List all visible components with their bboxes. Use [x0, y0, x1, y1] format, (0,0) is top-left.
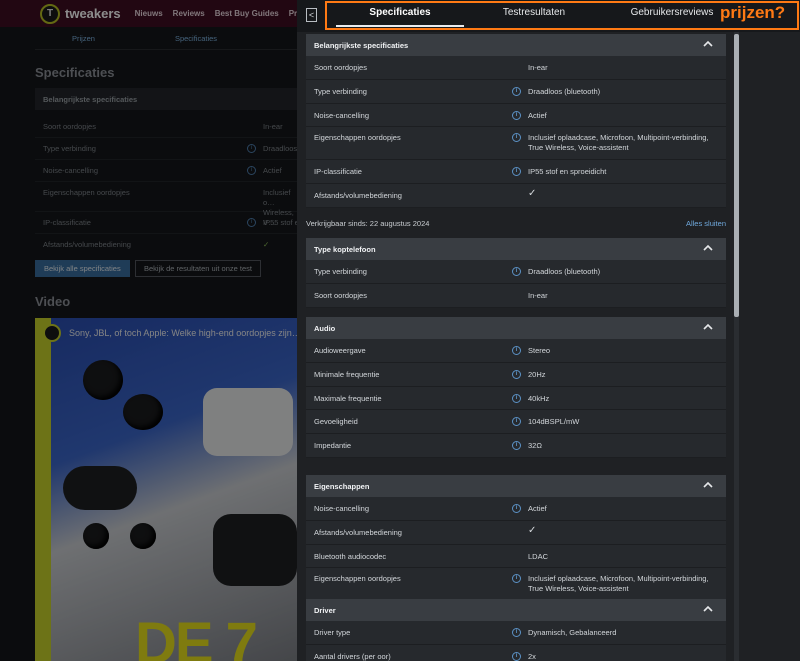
spec-label: Type verbinding — [314, 87, 367, 96]
spec-row: Gevoeligheid i 104dBSPL/mW — [306, 410, 726, 434]
section-title: Eigenschappen — [314, 481, 370, 491]
info-icon[interactable]: i — [512, 133, 521, 142]
spec-label: Afstands/volumebediening — [314, 528, 402, 537]
spec-label: Audioweergave — [314, 346, 366, 355]
spec-row: Driver type i Dynamisch, Gebalanceerd — [306, 621, 726, 645]
spec-row: Eigenschappen oordopjes i Inclusief oplaad… — [306, 568, 726, 601]
spec-row: Aantal drivers (per oor) i 2x — [306, 645, 726, 661]
spec-label: Eigenschappen oordopjes — [314, 574, 401, 583]
available-since: Verkrijgbaar sinds: 22 augustus 2024 — [306, 219, 430, 228]
section-header[interactable]: Audio — [306, 317, 726, 339]
spec-value: 40kHz — [528, 394, 550, 403]
panel-back-button[interactable]: < — [306, 8, 317, 22]
info-icon[interactable]: i — [512, 370, 521, 379]
section-title: Type koptelefoon — [314, 244, 376, 254]
spec-row: Afstands/volumebediening ✓ — [306, 184, 726, 208]
info-icon[interactable]: i — [512, 628, 521, 637]
info-icon[interactable]: i — [512, 441, 521, 450]
spec-value: Actief — [528, 504, 547, 513]
spec-row: Soort oordopjes In-ear — [306, 56, 726, 80]
spec-row: Noise-cancelling i Actief — [306, 104, 726, 127]
annotation-text: prijzen? — [720, 3, 786, 22]
spec-row: Type verbinding i Draadloos (bluetooth) — [306, 260, 726, 284]
info-icon[interactable]: i — [512, 417, 521, 426]
scrollbar-thumb[interactable] — [734, 34, 739, 317]
spec-row: Soort oordopjes In-ear — [306, 284, 726, 308]
spec-row: Type verbinding i Draadloos (bluetooth) — [306, 80, 726, 104]
spec-row: Bluetooth audiocodec LDAC — [306, 545, 726, 568]
info-icon[interactable]: i — [512, 394, 521, 403]
spec-value: IP55 stof en sproeidicht — [528, 167, 607, 176]
spec-value: Stereo — [528, 346, 551, 355]
spec-label: Afstands/volumebediening — [314, 191, 402, 200]
section-header[interactable]: Eigenschappen — [306, 475, 726, 497]
info-icon[interactable]: i — [512, 346, 521, 355]
info-icon[interactable]: i — [512, 167, 521, 176]
spec-row: Audioweergave i Stereo — [306, 339, 726, 363]
spec-panel: < Specificaties Testresultaten Gebruiker… — [297, 0, 800, 661]
info-icon[interactable]: i — [512, 504, 521, 513]
spec-label: Driver type — [314, 628, 351, 637]
spec-value: 104dBSPL/mW — [528, 417, 580, 426]
spec-value: 32Ω — [528, 441, 542, 450]
spec-label: Type verbinding — [314, 267, 367, 276]
spec-value: LDAC — [528, 552, 549, 561]
info-icon[interactable]: i — [512, 111, 521, 120]
chevron-up-icon[interactable] — [702, 603, 714, 615]
spec-label: Bluetooth audiocodec — [314, 552, 387, 561]
info-icon[interactable]: i — [512, 652, 521, 661]
spec-value: Inclusief oplaadcase, Microfoon, Multipo… — [528, 133, 709, 152]
spec-label: Aantal drivers (per oor) — [314, 652, 391, 661]
section-header[interactable]: Type koptelefoon — [306, 238, 726, 260]
info-icon[interactable]: i — [512, 267, 521, 276]
spec-row: Noise-cancelling i Actief — [306, 497, 726, 521]
spec-label: Gevoeligheid — [314, 417, 358, 426]
info-icon[interactable]: i — [512, 87, 521, 96]
spec-row: Impedantie i 32Ω — [306, 434, 726, 458]
chevron-up-icon[interactable] — [702, 38, 714, 50]
spec-row: Eigenschappen oordopjes i Inclusief oplaad… — [306, 127, 726, 160]
spec-value: Dynamisch, Gebalanceerd — [528, 628, 617, 637]
check-icon: ✓ — [528, 525, 537, 536]
chevron-up-icon[interactable] — [702, 479, 714, 491]
chevron-up-icon[interactable] — [702, 321, 714, 333]
spec-label: Soort oordopjes — [314, 291, 367, 300]
spec-label: Impedantie — [314, 441, 352, 450]
spec-value: Draadloos (bluetooth) — [528, 267, 601, 276]
spec-row: IP-classificatie i IP55 stof en sproeidich… — [306, 160, 726, 184]
spec-value: Draadloos (bluetooth) — [528, 87, 601, 96]
section-title: Belangrijkste specificaties — [314, 40, 409, 50]
spec-value: 20Hz — [528, 370, 546, 379]
spec-value: Actief — [528, 111, 547, 120]
spec-label: Minimale frequentie — [314, 370, 380, 379]
spec-row: Maximale frequentie i 40kHz — [306, 387, 726, 410]
spec-label: Noise-cancelling — [314, 111, 370, 120]
spec-value: Inclusief oplaadcase, Microfoon, Multipo… — [528, 574, 709, 593]
section-title: Driver — [314, 605, 336, 615]
spec-value: In-ear — [528, 291, 548, 300]
spec-value: 2x — [528, 652, 536, 661]
chevron-up-icon[interactable] — [702, 242, 714, 254]
spec-label: Soort oordopjes — [314, 63, 367, 72]
section-title: Audio — [314, 323, 336, 333]
spec-label: Noise-cancelling — [314, 504, 370, 513]
close-all-link[interactable]: Alles sluiten — [686, 219, 726, 228]
info-icon[interactable]: i — [512, 574, 521, 583]
spec-row: Afstands/volumebediening ✓ — [306, 521, 726, 545]
spec-row: Minimale frequentie i 20Hz — [306, 363, 726, 387]
section-header[interactable]: Driver — [306, 599, 726, 621]
spec-label: Eigenschappen oordopjes — [314, 133, 401, 142]
check-icon: ✓ — [528, 188, 537, 199]
spec-value: In-ear — [528, 63, 548, 72]
section-header[interactable]: Belangrijkste specificaties — [306, 34, 726, 56]
spec-label: Maximale frequentie — [314, 394, 382, 403]
spec-label: IP-classificatie — [314, 167, 362, 176]
